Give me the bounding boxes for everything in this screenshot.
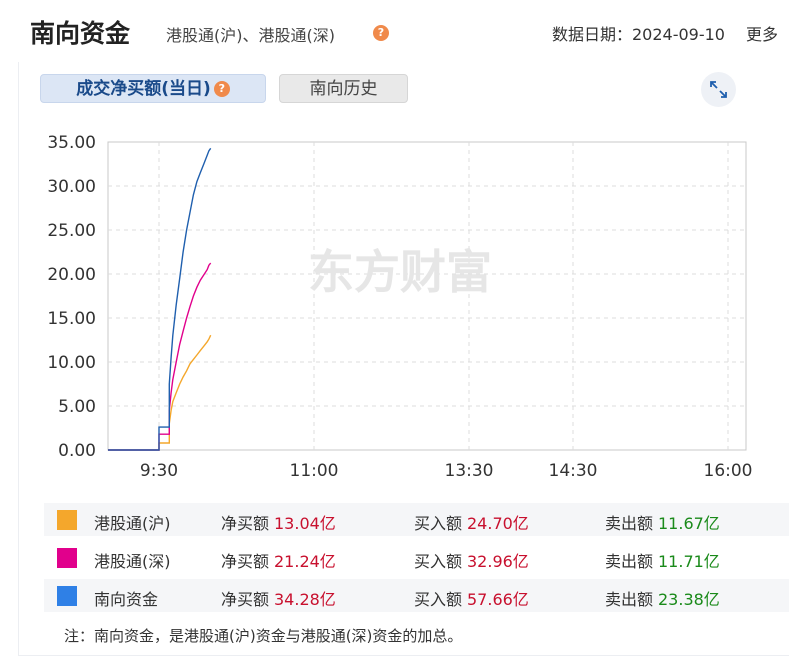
legend-name: 南向资金 [94,590,159,609]
data-date: 数据日期：2024-09-10 [552,25,725,44]
expand-button[interactable] [701,72,736,107]
page-title: 南向资金 [30,19,131,48]
legend-name: 港股通(沪) [94,514,171,533]
help-icon[interactable]: ? [213,81,230,97]
sell-label: 卖出额 [605,514,654,533]
x-tick-label: 13:30 [445,461,494,481]
legend-row: 南向资金 净买额 34.28亿 买入额 57.66亿 卖出额 23.38亿 [44,579,789,612]
buy-value: 32.96亿 [467,552,529,571]
x-tick-label: 14:30 [549,461,598,481]
buy-label: 买入额 [414,514,463,533]
legend-row: 港股通(沪) 净买额 13.04亿 买入额 24.70亿 卖出额 11.67亿 [44,503,789,536]
y-tick-label: 30.00 [47,177,96,197]
buy-label: 买入额 [414,590,463,609]
buy-value: 24.70亿 [467,514,529,533]
buy-value: 57.66亿 [467,590,529,609]
expand-icon [710,81,727,98]
net-buy-label: 净买额 [221,552,270,571]
y-tick-label: 15.00 [47,309,96,329]
more-link[interactable]: 更多 [746,21,778,45]
y-tick-label: 10.00 [47,353,96,373]
net-buy-value: 34.28亿 [274,590,336,609]
net-buy-label: 净买额 [221,590,270,609]
help-icon[interactable]: ? [373,25,389,41]
watermark: 东方财富 [308,245,492,299]
legend-swatch-sz [57,548,77,568]
tab-southbound-history[interactable]: 南向历史 [279,74,408,103]
footnote: 注：南向资金，是港股通(沪)资金与港股通(深)资金的加总。 [64,627,463,645]
header: 南向资金 港股通(沪)、港股通(深) ? 数据日期：2024-09-10 更多 [0,0,789,62]
buy-label: 买入额 [414,552,463,571]
tab-southbound-history-label: 南向历史 [309,79,378,99]
y-tick-label: 5.00 [58,397,96,417]
legend-name: 港股通(深) [94,552,171,571]
page-subtitle: 港股通(沪)、港股通(深) [166,26,335,45]
net-buy-label: 净买额 [221,514,270,533]
sell-label: 卖出额 [605,552,654,571]
y-tick-label: 25.00 [47,221,96,241]
southbound-flow-chart: 35.00 30.00 25.00 20.00 15.00 10.00 5.00 0.00 9:… [47,133,753,481]
y-tick-label: 35.00 [47,133,96,153]
sell-value: 11.67亿 [658,514,720,533]
y-tick-label: 20.00 [47,265,96,285]
net-buy-value: 21.24亿 [274,552,336,571]
x-tick-label: 11:00 [290,461,339,481]
x-tick-label: 16:00 [704,461,753,481]
legend-swatch-sh [57,510,77,530]
legend-swatch-total [57,586,77,606]
y-tick-label: 0.00 [58,441,96,461]
tab-net-buy-today-label: 成交净买额(当日) [76,79,211,99]
legend-row: 港股通(深) 净买额 21.24亿 买入额 32.96亿 卖出额 11.71亿 [44,541,789,574]
sell-value: 11.71亿 [658,552,720,571]
x-tick-label: 9:30 [140,461,178,481]
sell-label: 卖出额 [605,590,654,609]
tab-net-buy-today[interactable]: 成交净买额(当日)? [40,74,266,103]
net-buy-value: 13.04亿 [274,514,336,533]
sell-value: 23.38亿 [658,590,720,609]
